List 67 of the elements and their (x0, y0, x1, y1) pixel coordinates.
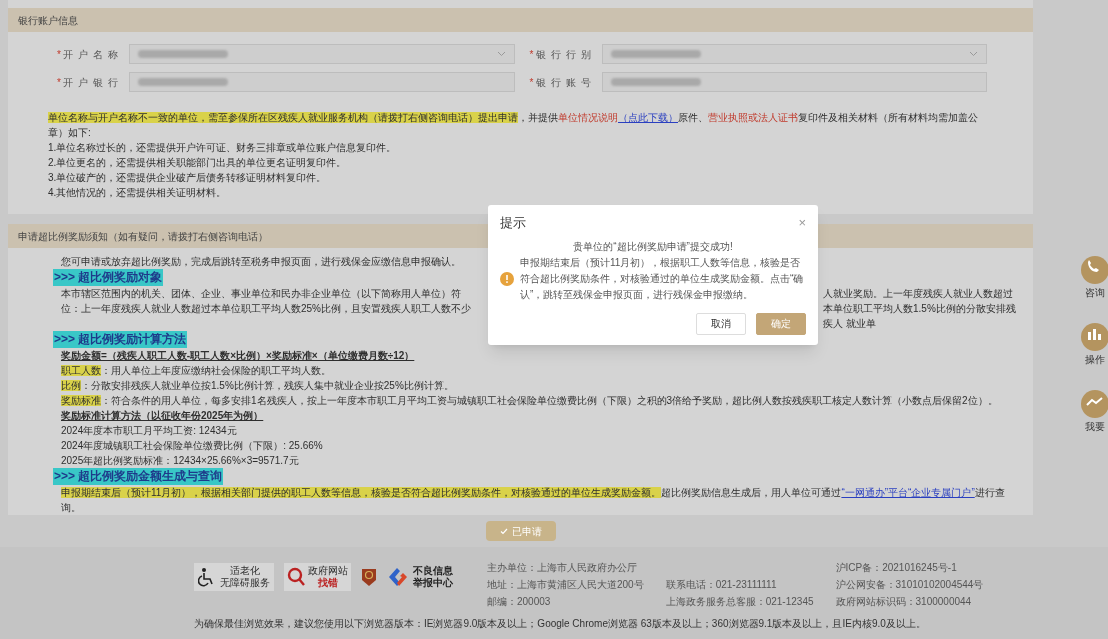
paragraph-text: 本市辖区范围内的机关、团体、企业、事业单位和民办非企业单位（以下简称用人单位）符 (61, 287, 461, 301)
phone-icon (1080, 255, 1108, 285)
side-tool[interactable]: 我要 (1082, 389, 1108, 434)
footer-info-text: 沪公网安备：31010102004544号 (835, 578, 984, 592)
select-field[interactable] (601, 44, 987, 64)
paragraph-text: 人就业奖励。上一年度残疾人就业人数超过本单位职工平均人数1.5%比例的分散安排残疾人 就业单 (823, 287, 1017, 331)
download-link[interactable]: “一网通办”平台“企业专属门户” (841, 487, 975, 498)
note-text: 2.单位更名的，还需提供相关职能部门出具的单位更名证明复印件。 (48, 156, 348, 170)
required-mark: * (57, 47, 61, 62)
badge-label: 举报中心 (413, 577, 453, 589)
badge-label: 适老化 (230, 565, 260, 577)
footer-info-text: 联系电话：021-23111111 (665, 578, 778, 592)
section-heading: >>> 超比例奖励金额生成与查询 (53, 468, 224, 485)
select-field[interactable] (129, 44, 515, 64)
field-label: 银行账号 (535, 75, 596, 90)
section-heading: >>> 超比例奖励计算方法 (53, 331, 188, 348)
diamond-logo-icon (387, 567, 409, 587)
input-field[interactable] (129, 72, 515, 92)
required-mark: * (529, 75, 534, 90)
body-text: 2025年超比例奖励标准：12434×25.66%×3=9571.7元 (61, 454, 299, 468)
wheelchair-icon (198, 567, 216, 587)
error-report-badge[interactable]: 政府网站 找错 (284, 563, 351, 591)
accessibility-badge[interactable]: 适老化 无障碍服务 (194, 563, 274, 591)
body-text: 您可申请或放弃超比例奖励，完成后跳转至税务申报页面，进行残保金应缴信息申报确认。 (61, 255, 461, 269)
body-text: 申报期结束后（预计11月初），根据相关部门提供的职工人数等信息，核验是否符合超比例奖励条件，对核验通过的单位生成奖励金额。超比例奖励信息生成后，用人单位可通过“一网通办”平台“企业专属门户”进行查询。 (61, 486, 1006, 515)
field-label: 银行行别 (535, 47, 596, 62)
badge-label: 不良信息 (413, 565, 453, 577)
side-tool[interactable]: 咨询 (1082, 255, 1108, 300)
input-field[interactable] (601, 72, 987, 92)
body-text: 2024年度本市职工月平均工资: 12434元 (61, 424, 237, 438)
body-text: 职工人数：用人单位上年度应缴纳社会保险的职工平均人数。 (61, 364, 331, 378)
download-link[interactable]: （点此下载） (618, 112, 678, 123)
chevron-down-icon (496, 51, 506, 57)
required-mark: * (57, 75, 61, 90)
notice-text: 单位名称与开户名称不一致的单位，需至参保所在区残疾人就业服务机构（请拨打右侧咨询电话）提出申请，并提供单位情况说明（点此下载）原件、营业执照或法人证书复印件及相关材料（所有材料均需加盖公章）如下: (48, 111, 979, 140)
field-label: 开户名称 (63, 47, 123, 62)
badge-label: 找错 (318, 577, 338, 589)
side-tool[interactable]: 操作 (1082, 322, 1108, 367)
badge-label: 政府网站 (308, 565, 348, 577)
footer-info-text: 政府网站标识码：3100000044 (835, 595, 973, 609)
emblem-icon[interactable] (361, 567, 377, 587)
footer-info-text: 上海政务服务总客服：021-12345 (665, 595, 814, 609)
browser-note: 为确保最佳浏览效果，建议您使用以下浏览器版本：IE浏览器9.0版本及以上；Google Chrome浏览器 63版本及以上；360浏览器9.1版本及以上，且IE内核9.0及以上。 (193, 617, 927, 631)
required-mark: * (529, 47, 534, 62)
check-icon (499, 527, 508, 535)
footer-info-text: 邮编：200003 (487, 595, 552, 609)
section-heading: >>> 超比例奖励对象 (53, 269, 164, 286)
section-header: 银行账户信息 (8, 8, 1033, 32)
cancel-button[interactable]: 取消 (696, 312, 746, 335)
chevron-down-icon (969, 51, 978, 57)
paragraph-text: 位：上一年度残疾人就业人数超过本单位职工平均人数25%比例，且安置残疾人职工人数不少 (61, 302, 471, 316)
body-text: 比例：分散安排残疾人就业单位按1.5%比例计算，残疾人集中就业企业按25%比例计算。 (61, 379, 454, 393)
report-center-badge[interactable]: 不良信息 举报中心 (387, 565, 453, 589)
body-text: 奖励标准：符合条件的用人单位，每多安排1名残疾人，按上一年度本市职工月平均工资与城镇职工社会保险单位缴费比例（下限）之积的3倍给予奖励，超比例人数按残疾职工核定人数计算（小数点后保留2位）。 (61, 394, 998, 408)
badge-label: 无障碍服务 (220, 577, 270, 589)
note-text: 3.单位破产的，还需提供企业破产后债务转移证明材料复印件。 (48, 171, 328, 185)
field-label: 开户银行 (63, 75, 123, 90)
footer-info-text: 沪ICP备：2021016245号-1 (835, 561, 958, 575)
note-text: 1.单位名称过长的，还需提供开户许可证、财务三排章或单位账户信息复印件。 (48, 141, 398, 155)
dialog-message: 申报期结束后（预计11月初），根据职工人数等信息，核验是否符合超比例奖励条件，对核验通过的单位生成奖励金额。点击“确认”，跳转至残保金申报页面，进行残保金申报缴纳。 (520, 255, 805, 302)
footer-info-text: 地址：上海市黄浦区人民大道200号 (487, 578, 644, 592)
warning-icon (500, 271, 514, 286)
note-text: 4.其他情况的，还需提供相关证明材料。 (48, 186, 228, 200)
search-icon (287, 567, 305, 587)
footer-info-text: 主办单位：上海市人民政府办公厅 (487, 561, 638, 575)
body-text: 2024年度城镇职工社会保险单位缴费比例（下限）: 25.66% (61, 439, 323, 453)
bar-chart-icon (1080, 322, 1108, 352)
